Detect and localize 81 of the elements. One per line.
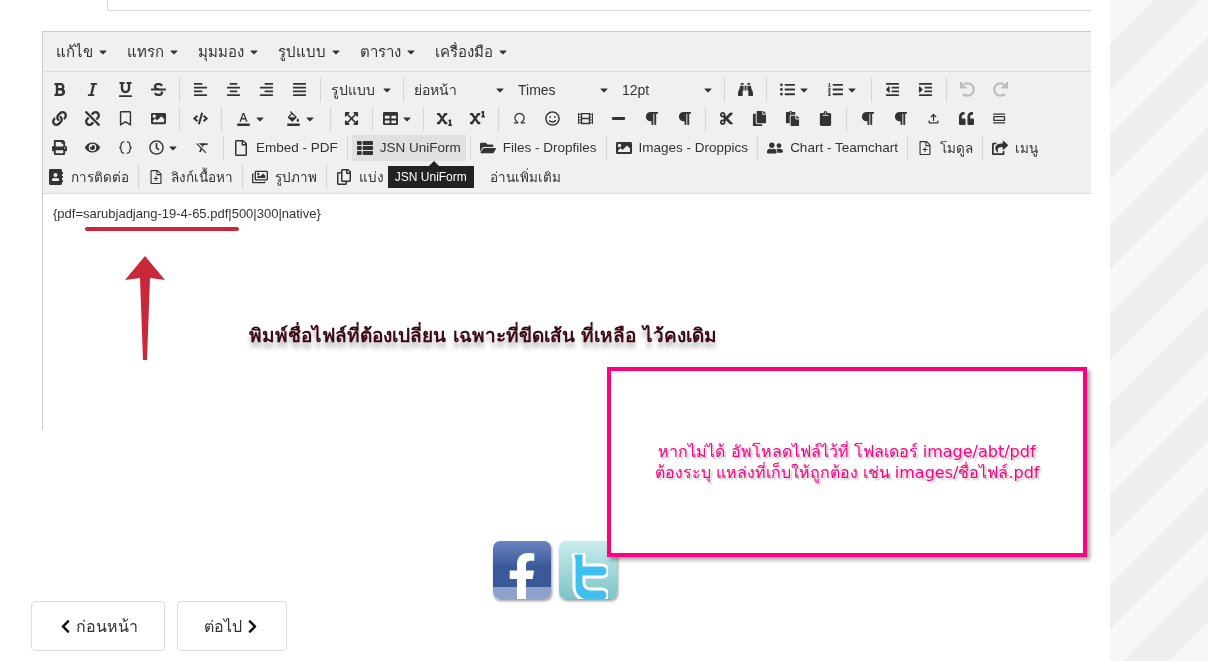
plugin-button[interactable]: Files - Dropfiles xyxy=(474,134,602,161)
f-logo-icon[interactable] xyxy=(493,541,551,599)
fullscreen-icon xyxy=(344,111,359,126)
subscript-icon xyxy=(437,111,452,126)
annotation-text: พิมพ์ชื่อไฟล์ที่ต้องเปลี่ยน เฉพาะที่ขีดเส้น ที่เหลือ ไว้คงเดิม xyxy=(249,321,717,348)
align-right-icon xyxy=(259,82,274,97)
size-select[interactable]: 12pt xyxy=(616,76,720,103)
font-select[interactable]: Times xyxy=(512,76,616,103)
menu-item[interactable]: แทรก xyxy=(118,39,189,64)
numbered-list-icon xyxy=(828,82,843,97)
list-icon xyxy=(356,139,373,156)
images-icon xyxy=(252,168,268,185)
film-icon xyxy=(578,111,593,126)
plugin-button[interactable]: เมนู xyxy=(986,134,1043,161)
menu-item[interactable]: แก้ไข xyxy=(47,39,118,64)
block-select[interactable]: ย่อหน้า xyxy=(408,76,512,103)
clear-format-icon xyxy=(195,140,210,155)
next-button[interactable]: ต่อไป xyxy=(177,601,287,651)
plugin-button[interactable]: Chart - Teamchart xyxy=(762,134,903,161)
underline-icon xyxy=(118,82,133,97)
link-icon xyxy=(52,111,67,126)
eye-icon xyxy=(85,140,100,155)
text-color-icon xyxy=(236,111,251,126)
address-book-icon xyxy=(48,168,64,185)
highlight-color-icon xyxy=(286,111,301,126)
redo-icon xyxy=(993,82,1008,97)
bold-icon xyxy=(52,82,67,97)
align-center-icon xyxy=(226,82,241,97)
pilcrow-icon xyxy=(893,111,908,126)
indent-icon xyxy=(918,82,933,97)
editor-text: {pdf=sarubjadjang-19-4-65.pdf|500|300|native} xyxy=(53,206,322,221)
pilcrow-icon xyxy=(860,111,875,126)
binoculars-icon xyxy=(738,82,753,97)
insert-button[interactable]: รูปภาพ xyxy=(247,163,322,190)
smiley-icon xyxy=(545,111,560,126)
menu-item[interactable]: ตาราง xyxy=(351,39,426,64)
bullet-list-icon xyxy=(780,82,795,97)
insert-button[interactable]: การติดต่อ xyxy=(43,163,134,190)
table-icon xyxy=(383,111,398,126)
scissors-icon xyxy=(719,111,734,126)
upload-icon xyxy=(926,111,941,126)
italic-icon xyxy=(85,82,100,97)
plugin-button[interactable]: โมดูล xyxy=(911,134,978,161)
paste-icon xyxy=(785,111,800,126)
menu-item[interactable]: เครื่องมือ xyxy=(426,39,518,64)
unlink-icon xyxy=(85,111,100,126)
pages-icon xyxy=(336,168,352,185)
share-icon xyxy=(991,139,1008,156)
t-logo-icon[interactable] xyxy=(559,541,617,599)
curly-braces-icon xyxy=(118,140,133,155)
align-left-icon xyxy=(193,82,208,97)
code-icon xyxy=(193,111,208,126)
file-add-icon xyxy=(148,168,164,185)
template-icon xyxy=(992,111,1007,126)
clock-icon xyxy=(149,140,164,155)
align-justify-icon xyxy=(292,82,307,97)
paragraph-ltr-icon xyxy=(644,111,659,126)
undo-icon xyxy=(960,82,975,97)
strikethrough-icon xyxy=(151,82,166,97)
superscript-icon xyxy=(470,111,485,126)
quote-icon xyxy=(959,111,974,126)
image-icon xyxy=(615,139,632,156)
previous-button[interactable]: ก่อนหน้า xyxy=(31,601,165,651)
note-text: หากไม่ได้ อัพโหลดไฟล์ไว้ที่ โฟลเดอร์ image/abt/pdf xyxy=(658,441,1036,462)
omega-icon xyxy=(512,111,527,126)
format-dropdown[interactable]: รูปแบบ xyxy=(325,76,399,103)
paste-text-icon xyxy=(818,111,833,126)
menu-item[interactable]: รูปแบบ xyxy=(269,39,351,64)
bookmark-icon xyxy=(118,111,133,126)
print-icon xyxy=(52,140,67,155)
plugin-button[interactable]: Embed - PDF xyxy=(228,134,343,161)
plugin-button[interactable]: Images - Droppics xyxy=(610,134,754,161)
note-text: ต้องระบุ แหล่งที่เก็บให้ถูกต้อง เช่น images/ชื่อไฟล์.pdf xyxy=(654,462,1040,483)
outdent-icon xyxy=(885,82,900,97)
insert-button[interactable]: อ่านเพิ่มเติม xyxy=(485,163,566,190)
file-icon xyxy=(233,139,249,156)
paragraph-rtl-icon xyxy=(677,111,692,126)
copy-icon xyxy=(752,111,767,126)
image-icon xyxy=(151,111,166,126)
insert-button[interactable]: ลิงก์เนื้อหา xyxy=(143,163,238,190)
menu-item[interactable]: มุมมอง xyxy=(189,39,269,64)
